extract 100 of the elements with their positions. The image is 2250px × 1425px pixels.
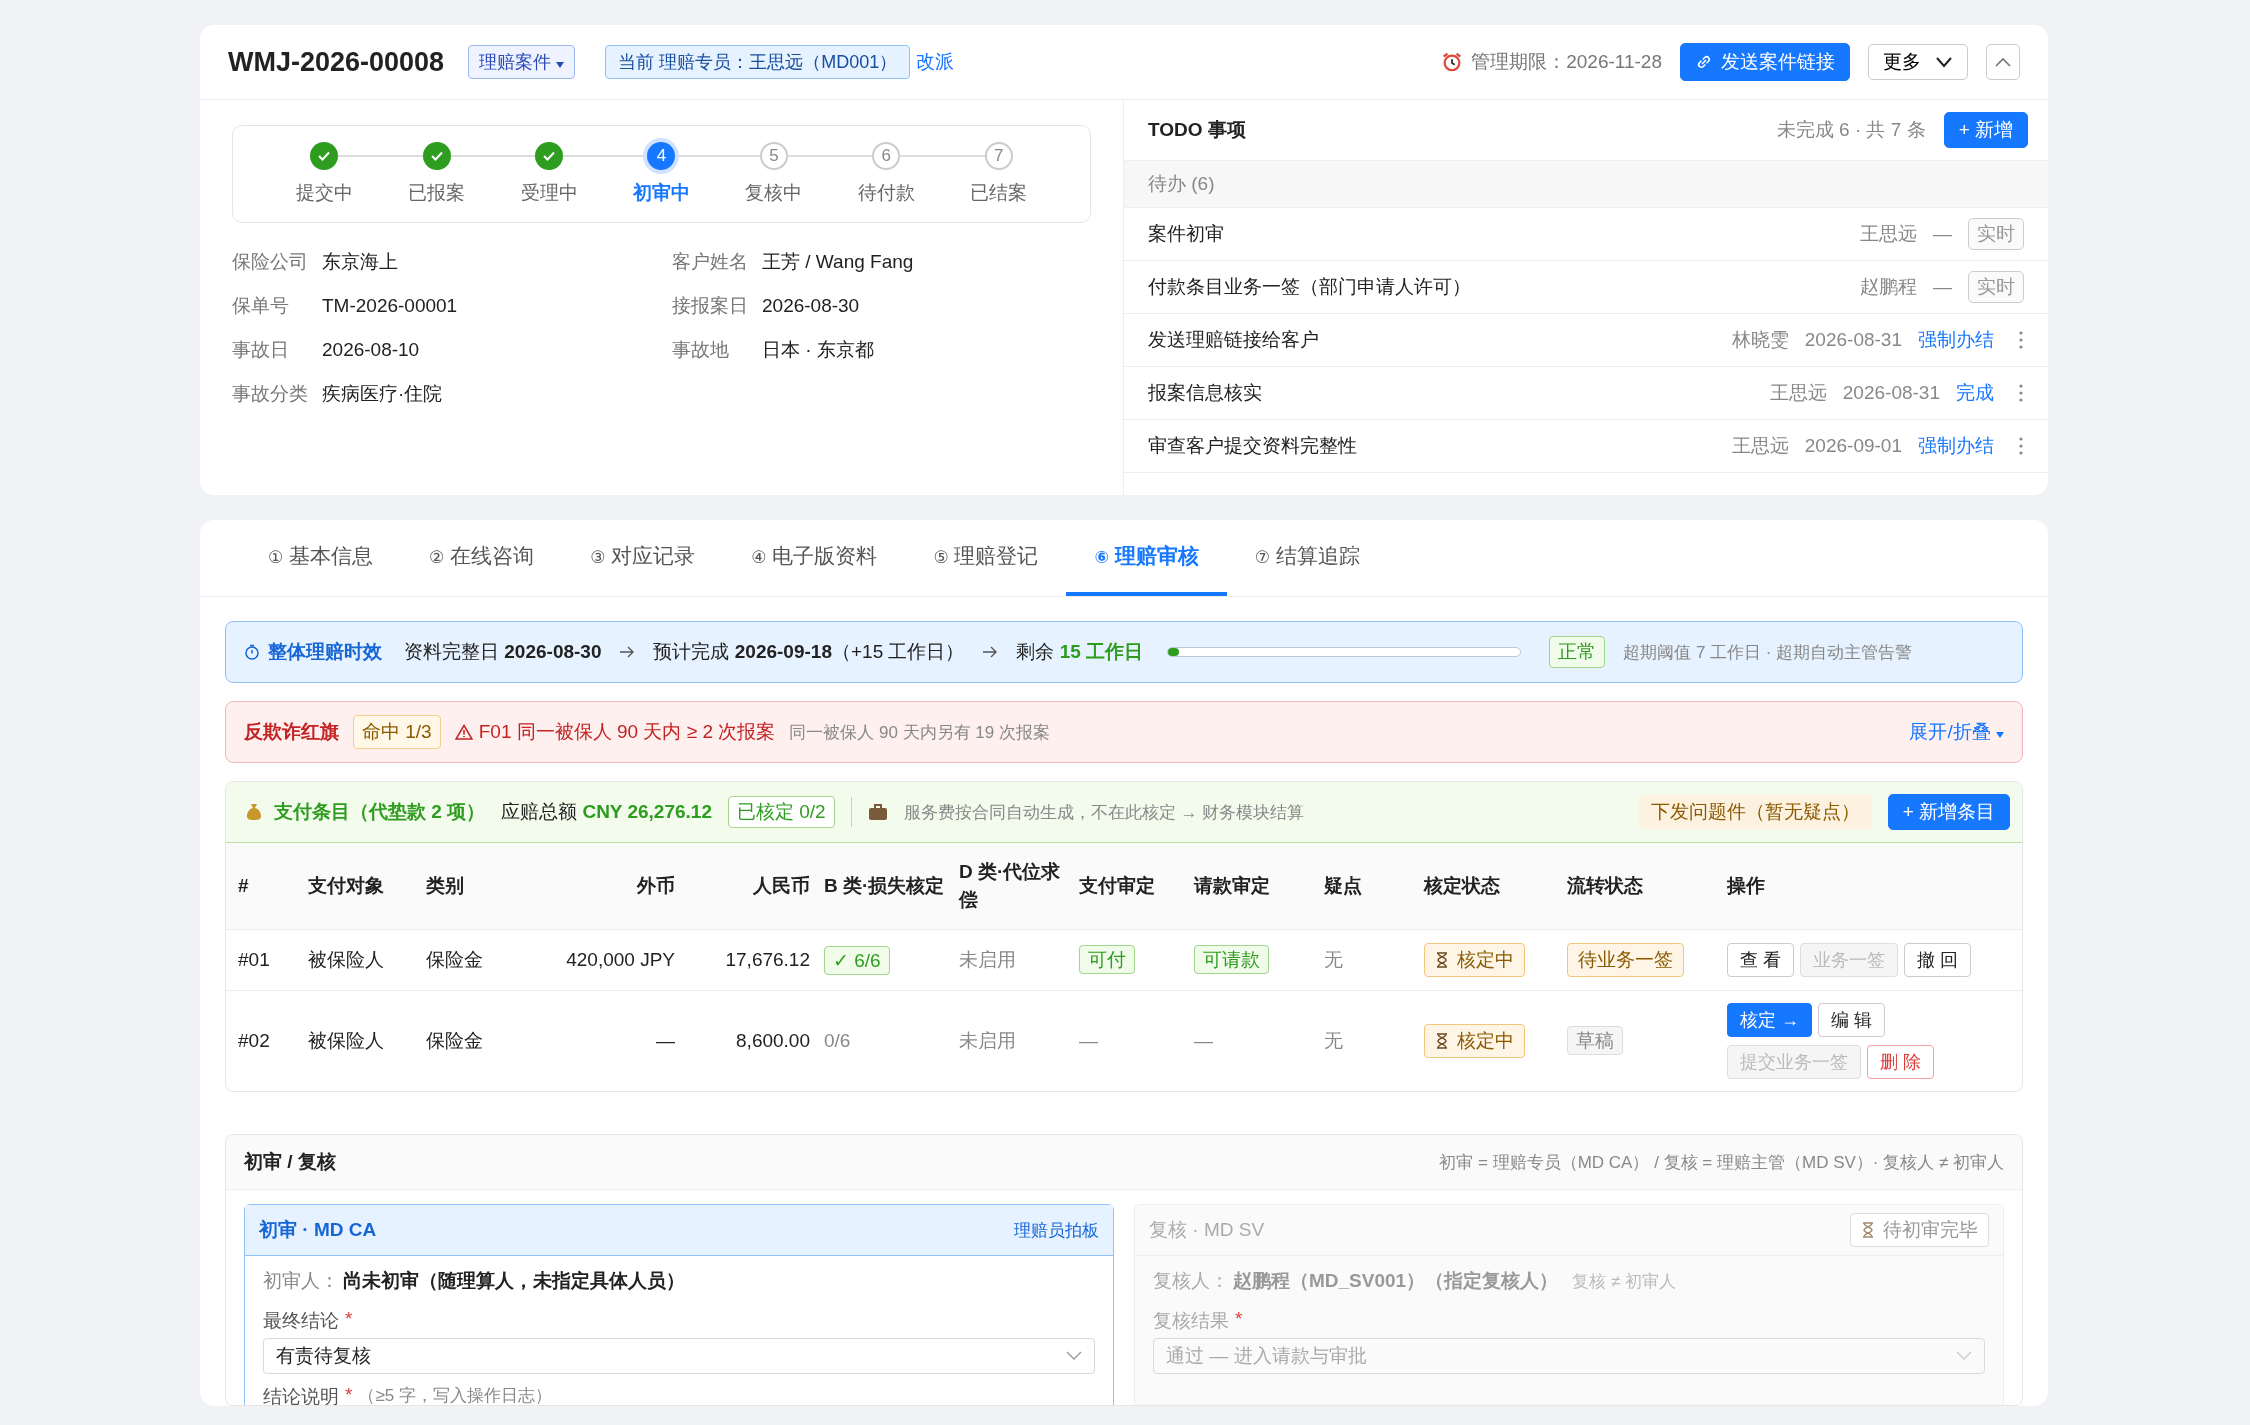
chevron-up-icon — [1995, 57, 2011, 67]
realtime-tag: 实时 — [1968, 218, 2024, 250]
tab[interactable]: ⑦ 结算追踪 — [1226, 520, 1388, 596]
caret-icon — [556, 62, 565, 68]
review-card-title: 复核 · MD SV — [1149, 1218, 1265, 1242]
more-icon[interactable] — [2018, 383, 2024, 403]
column-header: D 类·代位求偿 — [959, 859, 1062, 912]
field-label: 复核人： — [1153, 1269, 1229, 1293]
field-value: 赵鹏程（MD_SV001）（指定复核人） — [1233, 1269, 1559, 1293]
step-label: 待付款 — [857, 181, 915, 205]
verified-badge: 已核定 0/2 — [728, 796, 835, 828]
fraud-detail: 同一被保人 90 天内另有 19 次报案 — [789, 721, 1050, 744]
field-value: 2026-08-30 — [762, 295, 860, 317]
tab[interactable]: ⑤ 理赔登记 — [905, 520, 1067, 596]
status-tag: 草稿 — [1567, 1026, 1623, 1055]
step-number: 7 — [984, 142, 1013, 170]
hourglass-icon — [1435, 952, 1449, 968]
todo-assignee: 王思远 — [1731, 434, 1789, 458]
arrow-right-icon — [619, 646, 636, 658]
table-cell-text: 未启用 — [959, 1029, 1017, 1053]
required-mark: * — [345, 1308, 353, 1331]
step-number: 5 — [759, 142, 788, 170]
review-title: 初审 / 复核 — [244, 1150, 336, 1174]
tab[interactable]: ① 基本信息 — [240, 520, 402, 596]
column-header: B 类·损失核定 — [824, 873, 946, 898]
case-number: WMJ-2026-00008 — [228, 46, 445, 78]
expected-date-text: 预计完成 2026-09-18（+15 工作日） — [653, 640, 965, 664]
status-tag: 核定中 — [1424, 943, 1525, 977]
field-value: 尚未初审（随理算人，未指定具体人员） — [343, 1269, 685, 1293]
step-done-icon — [310, 142, 339, 170]
field-hint: 复核 ≠ 初审人 — [1572, 1271, 1676, 1293]
field-label: 接报案日 — [672, 294, 749, 318]
issue-button[interactable]: 下发问题件（暂无疑点） — [1638, 795, 1872, 829]
review-card-title: 初审 · MD CA — [259, 1218, 377, 1242]
tab[interactable]: ③ 对应记录 — [562, 520, 724, 596]
table-cell-text: 8,600.00 — [735, 1030, 811, 1052]
status-tag: 待业务一签 — [1567, 943, 1684, 977]
table-cell-text: 无 — [1324, 1029, 1344, 1053]
action-button[interactable]: 查 看 — [1727, 943, 1794, 977]
field-label: 最终结论 — [263, 1309, 339, 1333]
case-type-dropdown[interactable]: 理赔案件 — [468, 45, 576, 79]
todo-item-title: 付款条目业务一签（部门申请人许可） — [1148, 275, 1471, 299]
collapse-button[interactable] — [1986, 44, 2020, 80]
table-cell-text: 420,000 JPY — [565, 949, 676, 971]
column-header: 流转状态 — [1567, 873, 1644, 898]
todo-item-title: 审查客户提交资料完整性 — [1148, 434, 1357, 458]
remaining-text: 剩余 15 工作日 — [1016, 640, 1144, 664]
todo-item-title: 报案信息核实 — [1148, 381, 1262, 405]
hourglass-icon — [1435, 1033, 1449, 1049]
send-link-button[interactable]: 发送案件链接 — [1680, 43, 1850, 81]
required-mark: * — [1235, 1308, 1243, 1331]
column-header: # — [238, 873, 250, 898]
complete-date-text: 资料完整日 2026-08-30 — [404, 640, 602, 664]
deadline-text: 管理期限：2026-11-28 — [1471, 50, 1662, 74]
field-value: 日本 · 东京都 — [762, 338, 874, 362]
add-item-button[interactable]: + 新增条目 — [1887, 794, 2010, 830]
field-label: 客户姓名 — [672, 250, 749, 274]
todo-action-link[interactable]: 强制办结 — [1918, 433, 1994, 459]
add-todo-button[interactable]: + 新增 — [1943, 112, 2028, 148]
todo-item-title: 案件初审 — [1148, 222, 1224, 246]
field-label: 结论说明 — [263, 1385, 339, 1405]
todo-action-link[interactable]: 完成 — [1956, 380, 1994, 406]
step-label: 受理中 — [520, 181, 578, 205]
column-header: 疑点 — [1324, 873, 1363, 898]
action-button[interactable]: 删 除 — [1867, 1045, 1934, 1079]
more-dropdown[interactable]: 更多 — [1868, 44, 1968, 80]
todo-assignee: 赵鹏程 — [1860, 275, 1917, 299]
step-label: 初审中 — [632, 181, 690, 205]
action-button[interactable]: 撤 回 — [1904, 943, 1972, 977]
tab[interactable]: ⑥ 理赔审核 — [1066, 520, 1227, 596]
todo-action-link[interactable]: 强制办结 — [1918, 327, 1994, 353]
conclusion-select[interactable]: 有责待复核 — [263, 1338, 1095, 1374]
reassign-link[interactable]: 改派 — [916, 49, 955, 75]
action-button[interactable]: 编 辑 — [1818, 1003, 1886, 1037]
tab[interactable]: ④ 电子版资料 — [723, 520, 906, 596]
table-cell-text: 17,676.12 — [724, 949, 811, 971]
todo-date: 2026-08-31 — [1842, 382, 1940, 404]
status-tag: 可请款 — [1194, 945, 1269, 974]
column-header: 人民币 — [752, 873, 811, 898]
step-number: 6 — [872, 142, 901, 170]
more-icon[interactable] — [2018, 330, 2024, 350]
table-cell: — — [1079, 1030, 1098, 1051]
realtime-tag: 实时 — [1968, 271, 2024, 303]
chevron-down-icon — [1066, 1351, 1082, 1361]
status-tag: 核定中 — [1424, 1024, 1525, 1058]
expand-toggle-link[interactable]: 展开/折叠 — [1909, 719, 2004, 745]
threshold-note: 超期阈值 7 工作日 · 超期自动主管告警 — [1623, 641, 1913, 664]
table-cell-text: 保险金 — [426, 948, 484, 972]
status-tag: 正常 — [1549, 636, 1606, 668]
action-button[interactable]: 核定 → — [1727, 1003, 1812, 1037]
table-cell: — — [1194, 1030, 1213, 1051]
warning-icon — [454, 724, 473, 740]
chevron-down-icon — [1935, 56, 1953, 68]
more-icon[interactable] — [2018, 436, 2024, 456]
assignee-tag: 当前 理赔专员：王思远（MD001） — [605, 45, 911, 79]
step-done-icon — [422, 142, 451, 170]
service-fee-note: 服务费按合同自动生成，不在此核定 → 财务模块结算 — [903, 801, 1305, 824]
tab[interactable]: ② 在线咨询 — [401, 520, 563, 596]
alarm-clock-icon — [1441, 51, 1464, 73]
table-cell-text: 被保险人 — [308, 948, 385, 972]
